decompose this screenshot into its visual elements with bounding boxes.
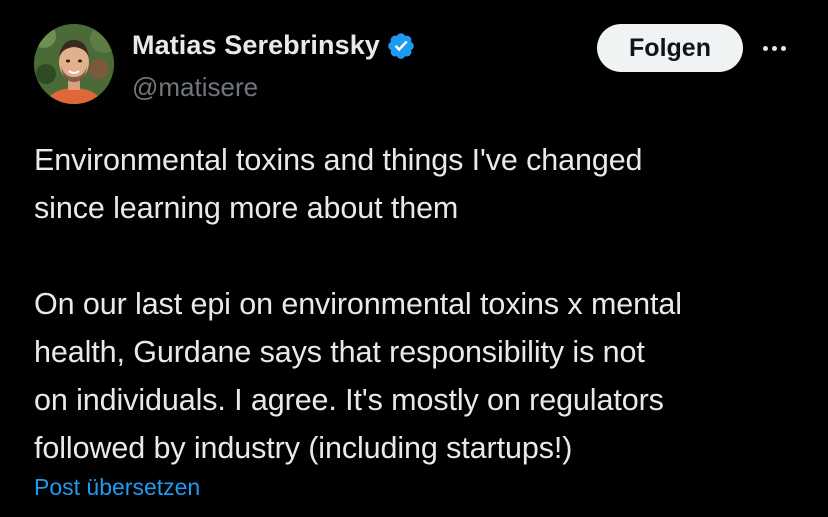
more-dot bbox=[762, 45, 768, 51]
tweet-header: Matias Serebrinsky @matisere Folgen bbox=[34, 24, 794, 104]
translate-post-link[interactable]: Post übersetzen bbox=[34, 474, 200, 501]
display-name[interactable]: Matias Serebrinsky bbox=[132, 30, 380, 61]
author-handle[interactable]: @matisere bbox=[132, 72, 258, 103]
avatar[interactable] bbox=[34, 24, 114, 104]
verified-badge-icon[interactable] bbox=[386, 31, 416, 61]
tweet-body: Environmental toxins and things I've cha… bbox=[34, 136, 804, 472]
follow-button[interactable]: Folgen bbox=[597, 24, 743, 72]
more-dot bbox=[780, 45, 786, 51]
avatar-image bbox=[34, 24, 114, 104]
name-row: Matias Serebrinsky bbox=[132, 30, 416, 61]
tweet-text-line: followed by industry (including startups… bbox=[34, 431, 573, 465]
tweet-text-line: health, Gurdane says that responsibility… bbox=[34, 335, 645, 369]
paragraph-break bbox=[34, 232, 804, 280]
tweet-text-line: since learning more about them bbox=[34, 191, 459, 225]
tweet-text-line: Environmental toxins and things I've cha… bbox=[34, 143, 643, 177]
more-options-icon[interactable] bbox=[754, 34, 794, 62]
more-dot bbox=[771, 45, 777, 51]
tweet-text-line: on individuals. I agree. It's mostly on … bbox=[34, 383, 664, 417]
tweet-text-line: On our last epi on environmental toxins … bbox=[34, 287, 682, 321]
